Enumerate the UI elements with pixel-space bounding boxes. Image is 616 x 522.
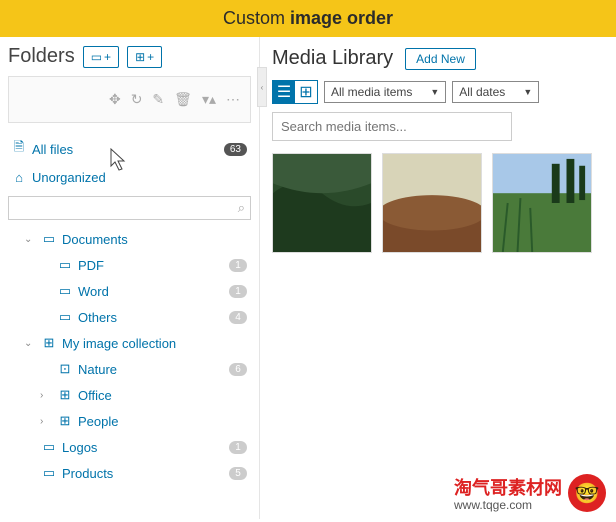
folder-label: Office (78, 388, 247, 403)
chevron-icon: ⌄ (24, 338, 36, 349)
search-media-input[interactable] (272, 112, 512, 141)
chevron-icon: › (40, 416, 52, 427)
folder-icon: ▭ (58, 257, 72, 273)
new-collection-button[interactable]: ⊞+ (127, 46, 162, 68)
folder-row[interactable]: ▭ PDF 1 (8, 252, 251, 278)
more-icon[interactable]: ⋯ (226, 91, 240, 108)
all-files-label: All files (32, 142, 218, 157)
folder-label: Products (62, 466, 223, 481)
media-gallery (272, 153, 604, 253)
new-folder-button[interactable]: ▭+ (83, 46, 119, 68)
list-view-button[interactable]: ☰ (273, 81, 295, 103)
page-title: Media Library (272, 47, 393, 70)
date-filter[interactable]: All dates ▼ (452, 81, 539, 103)
folder-icon: ▭ (58, 309, 72, 325)
folders-sidebar: Folders ▭+ ⊞+ ✥ ↻ ✎ 🗑 ▾▴ ⋯ 🗎 All files 6… (0, 37, 260, 519)
media-type-label: All media items (331, 85, 412, 99)
media-type-filter[interactable]: All media items ▼ (324, 81, 446, 103)
home-icon: ⌂ (12, 170, 26, 185)
folder-count-badge: 1 (229, 441, 247, 454)
folder-icon: ⊞ (58, 413, 72, 429)
folder-label: People (78, 414, 247, 429)
folder-icon: ⊡ (58, 361, 72, 377)
move-icon[interactable]: ✥ (109, 91, 121, 108)
folder-label: Word (78, 284, 223, 299)
folder-row[interactable]: ⌄ ▭ Documents (8, 226, 251, 252)
folder-row[interactable]: ⌄ ⊞ My image collection (8, 330, 251, 356)
sidebar-title: Folders (8, 45, 75, 68)
folder-row[interactable]: ▭ Others 4 (8, 304, 251, 330)
media-thumb[interactable] (272, 153, 372, 253)
search-icon: ⌕ (238, 200, 245, 216)
media-library-panel: Media Library Add New ☰ ⊞ All media item… (260, 37, 616, 519)
folder-row[interactable]: ▭ Logos 1 (8, 434, 251, 460)
grid-view-button[interactable]: ⊞ (295, 81, 317, 103)
unorganized-row[interactable]: ⌂ Unorganized (8, 165, 251, 190)
watermark-text: 淘气哥素材网 (454, 478, 562, 498)
watermark-url: www.tqge.com (454, 498, 562, 512)
folder-label: Documents (62, 232, 247, 247)
banner: Custom image order (0, 0, 616, 37)
folder-icon: ⊞ (42, 335, 56, 351)
folder-count-badge: 1 (229, 259, 247, 272)
folder-row[interactable]: › ⊞ Office (8, 382, 251, 408)
folder-icon: ⊞ (58, 387, 72, 403)
date-filter-label: All dates (459, 85, 505, 99)
folder-icon: ▭ (42, 439, 56, 455)
view-toggle: ☰ ⊞ (272, 80, 318, 104)
add-new-button[interactable]: Add New (405, 48, 476, 70)
chevron-icon: › (40, 390, 52, 401)
chevron-down-icon: ▼ (430, 87, 439, 97)
folder-toolbar: ✥ ↻ ✎ 🗑 ▾▴ ⋯ (8, 76, 251, 123)
folder-count-badge: 4 (229, 311, 247, 324)
chevron-icon: ⌄ (24, 234, 36, 245)
folder-icon: ▭ (42, 465, 56, 481)
folder-count-badge: 1 (229, 285, 247, 298)
all-files-row[interactable]: 🗎 All files 63 (8, 133, 251, 165)
unorganized-label: Unorganized (32, 170, 247, 185)
folder-label: PDF (78, 258, 223, 273)
folder-search-input[interactable] (8, 196, 251, 220)
banner-bold: image order (290, 8, 393, 28)
folder-count-badge: 6 (229, 363, 247, 376)
folder-icon: ▭ (58, 283, 72, 299)
folder-count-badge: 5 (229, 467, 247, 480)
watermark-icon: 🤓 (568, 474, 606, 512)
folder-label: My image collection (62, 336, 247, 351)
collapse-sidebar-handle[interactable]: ‹ (257, 67, 267, 107)
folder-label: Nature (78, 362, 223, 377)
media-thumb[interactable] (382, 153, 482, 253)
edit-icon[interactable]: ✎ (152, 91, 164, 108)
folder-icon: ▭ (42, 231, 56, 247)
refresh-icon[interactable]: ↻ (131, 91, 143, 108)
folder-label: Others (78, 310, 223, 325)
all-files-count: 63 (224, 143, 247, 156)
folder-row[interactable]: ▭ Products 5 (8, 460, 251, 486)
sort-icon[interactable]: ▾▴ (202, 91, 216, 108)
banner-prefix: Custom (223, 8, 290, 28)
delete-icon[interactable]: 🗑 (174, 91, 192, 108)
media-thumb[interactable] (492, 153, 592, 253)
folder-label: Logos (62, 440, 223, 455)
folder-row[interactable]: ⊡ Nature 6 (8, 356, 251, 382)
doc-icon: 🗎 (12, 138, 26, 160)
folder-row[interactable]: ▭ Word 1 (8, 278, 251, 304)
chevron-down-icon: ▼ (523, 87, 532, 97)
watermark: 淘气哥素材网 www.tqge.com 🤓 (454, 474, 606, 512)
folder-row[interactable]: › ⊞ People (8, 408, 251, 434)
